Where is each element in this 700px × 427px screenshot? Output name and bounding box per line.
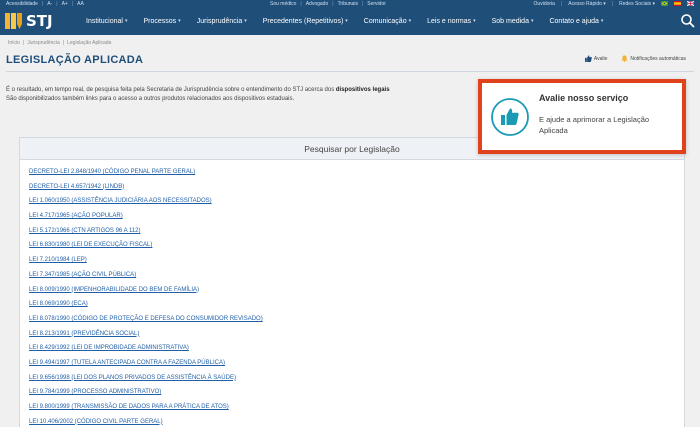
- nav-label: Comunicação: [363, 17, 407, 25]
- separator: |: [300, 0, 302, 7]
- notifications-label: Notificações automáticas: [630, 55, 686, 62]
- main-menu: Institucional ▾ Processos ▾ Jurisprudência…: [86, 7, 619, 35]
- law-link[interactable]: LEI 8.078/1990 (CÓDIGO DE PROTEÇÃO E DEF…: [29, 315, 529, 330]
- title-divider: [6, 71, 694, 72]
- nav-label: Jurisprudência: [196, 17, 243, 25]
- chevron-down-icon: ▾: [600, 18, 604, 24]
- nav-label: Leis e normas: [427, 17, 472, 25]
- separator: |: [611, 0, 614, 7]
- chevron-down-icon: ▾: [244, 18, 247, 24]
- thumbs-up-circle-icon: [491, 98, 529, 136]
- font-increase-link[interactable]: A+: [62, 1, 68, 7]
- breadcrumb-separator: |: [22, 40, 25, 46]
- law-link[interactable]: LEI 9.784/1999 (PROCESSO ADMINISTRATIVO): [29, 388, 529, 403]
- breadcrumb-home[interactable]: Início: [8, 40, 20, 46]
- chevron-down-icon: ▾: [345, 18, 348, 24]
- separator: |: [71, 0, 74, 7]
- quick-access-menu[interactable]: Acesso Rápido ▾: [568, 1, 606, 7]
- quick-access-label: Acesso Rápido: [568, 0, 602, 7]
- high-contrast-link[interactable]: AA: [77, 1, 84, 7]
- law-link[interactable]: LEI 10.406/2002 (CÓDIGO CIVIL PARTE GERA…: [29, 418, 529, 427]
- separator: |: [560, 0, 563, 7]
- breadcrumb-separator: |: [62, 40, 65, 46]
- law-link[interactable]: LEI 4.717/1965 (AÇÃO POPULAR): [29, 212, 529, 227]
- brazil-flag-icon[interactable]: [661, 1, 668, 6]
- spain-flag-icon[interactable]: [674, 1, 681, 6]
- chevron-down-icon: ▾: [408, 18, 412, 24]
- separator: |: [332, 0, 334, 7]
- ombudsman-link[interactable]: Ouvidoria: [534, 1, 555, 7]
- law-link[interactable]: DECRETO-LEI 2.848/1940 (CÓDIGO PENAL PAR…: [29, 168, 529, 183]
- nav-processos[interactable]: Processos ▾: [143, 18, 180, 25]
- page-title: LEGISLAÇÃO APLICADA: [6, 54, 144, 66]
- law-link[interactable]: LEI 9.656/1998 (LEI DOS PLANOS PRIVADOS …: [29, 374, 529, 389]
- nav-label: Sob medida: [491, 17, 529, 25]
- font-decrease-link[interactable]: A-: [47, 1, 52, 7]
- stj-emblem-icon: [5, 13, 22, 29]
- law-link[interactable]: DECRETO-LEI 4.657/1942 (LINDB): [29, 183, 529, 198]
- breadcrumb: Início | Jurisprudência | Legislação Apl…: [8, 40, 111, 46]
- stj-logo[interactable]: STJ: [5, 11, 53, 31]
- law-link[interactable]: LEI 1.060/1950 (ASSISTÊNCIA JUDICIÁRIA A…: [29, 197, 529, 212]
- breadcrumb-jurisprudencia[interactable]: Jurisprudência: [27, 40, 60, 46]
- nav-label: Contato e ajuda: [549, 17, 599, 25]
- breadcrumb-current: Legislação Aplicada: [67, 40, 112, 46]
- legislation-search-panel: Pesquisar por Legislação DECRETO-LEI 2.8…: [19, 137, 685, 427]
- nav-leis-e-normas[interactable]: Leis e normas ▾: [427, 18, 475, 25]
- intro-text: É o resultado, em tempo real, de pesquis…: [6, 86, 486, 104]
- law-link[interactable]: LEI 8.009/1990 (IMPENHORABILIDADE DO BEM…: [29, 286, 529, 301]
- intro-highlight: dispositivos legais: [335, 87, 390, 93]
- law-link[interactable]: LEI 7.210/1984 (LEP): [29, 256, 529, 271]
- chevron-down-icon: ▾: [530, 18, 534, 24]
- nav-contato-e-ajuda[interactable]: Contato e ajuda ▾: [549, 18, 603, 25]
- separator: |: [56, 0, 58, 7]
- law-link[interactable]: LEI 8.069/1990 (ECA): [29, 300, 529, 315]
- nav-label: Institucional: [86, 17, 123, 25]
- intro-line-2: São disponibilizados também links para o…: [6, 96, 295, 102]
- rate-label: Avalie: [593, 55, 608, 62]
- separator: |: [41, 0, 44, 7]
- chevron-down-icon: ▾: [124, 18, 128, 24]
- profile-link-advogado[interactable]: Advogado: [306, 1, 329, 7]
- main-navbar: STJ Institucional ▾ Processos ▾ Jurisprudê…: [0, 7, 700, 35]
- popup-subtitle: E ajude a aprimorar a Legislação Aplicad…: [539, 115, 650, 135]
- brand-name: STJ: [26, 12, 53, 30]
- nav-label: Processos: [143, 17, 177, 25]
- chevron-down-icon: ▾: [178, 18, 181, 24]
- intro-line-1: É o resultado, em tempo real, de pesquis…: [6, 87, 336, 93]
- uk-flag-icon[interactable]: [687, 1, 694, 6]
- rate-button[interactable]: Avalie: [584, 55, 608, 62]
- nav-jurisprudencia[interactable]: Jurisprudência ▾: [197, 18, 247, 25]
- profile-link-medico[interactable]: Sou médico: [270, 1, 296, 7]
- nav-label: Precedentes (Repetitivos): [262, 17, 344, 25]
- popup-title: Avalie nosso serviço: [539, 93, 629, 103]
- law-link[interactable]: LEI 9.800/1999 (TRANSMISSÃO DE DADOS PAR…: [29, 403, 529, 418]
- nav-institucional[interactable]: Institucional ▾: [86, 18, 127, 25]
- law-link[interactable]: LEI 6.830/1980 (LEI DE EXECUÇÃO FISCAL): [29, 241, 529, 256]
- accessibility-link[interactable]: Acessibilidade: [6, 1, 38, 7]
- social-networks-menu[interactable]: Redes Sociais ▾: [619, 1, 655, 7]
- legislation-list: DECRETO-LEI 2.848/1940 (CÓDIGO PENAL PAR…: [29, 168, 529, 427]
- chevron-down-icon: ▾: [473, 18, 476, 24]
- nav-comunicacao[interactable]: Comunicação ▾: [364, 18, 411, 25]
- thumbs-up-icon: [584, 55, 592, 62]
- utility-bar: Acessibilidade | A- | A+ | AA Sou médico…: [0, 0, 700, 7]
- law-link[interactable]: LEI 5.172/1966 (CTN ARTIGOS 96 A 112): [29, 227, 529, 242]
- law-link[interactable]: LEI 7.347/1985 (AÇÃO CIVIL PÚBLICA): [29, 271, 529, 286]
- page-actions: Avalie Notificações automáticas: [584, 55, 686, 62]
- social-networks-label: Redes Sociais: [619, 0, 652, 7]
- law-link[interactable]: LEI 9.494/1997 (TUTELA ANTECIPADA CONTRA…: [29, 359, 529, 374]
- profile-link-tribunais[interactable]: Tribunais: [338, 1, 358, 7]
- law-link[interactable]: LEI 8.429/1992 (LEI DE IMPROBIDADE ADMIN…: [29, 344, 529, 359]
- notifications-button[interactable]: Notificações automáticas: [621, 55, 686, 62]
- nav-precedentes[interactable]: Precedentes (Repetitivos) ▾: [263, 18, 348, 25]
- rate-service-popup[interactable]: Avalie nosso serviço E ajude a aprimorar…: [478, 79, 686, 154]
- search-icon[interactable]: [680, 13, 696, 29]
- bell-icon: [621, 55, 629, 62]
- separator: |: [361, 0, 364, 7]
- profile-link-servidor[interactable]: Servidor: [367, 1, 386, 7]
- nav-sob-medida[interactable]: Sob medida ▾: [492, 18, 534, 25]
- law-link[interactable]: LEI 8.213/1991 (PREVIDÊNCIA SOCIAL): [29, 330, 529, 345]
